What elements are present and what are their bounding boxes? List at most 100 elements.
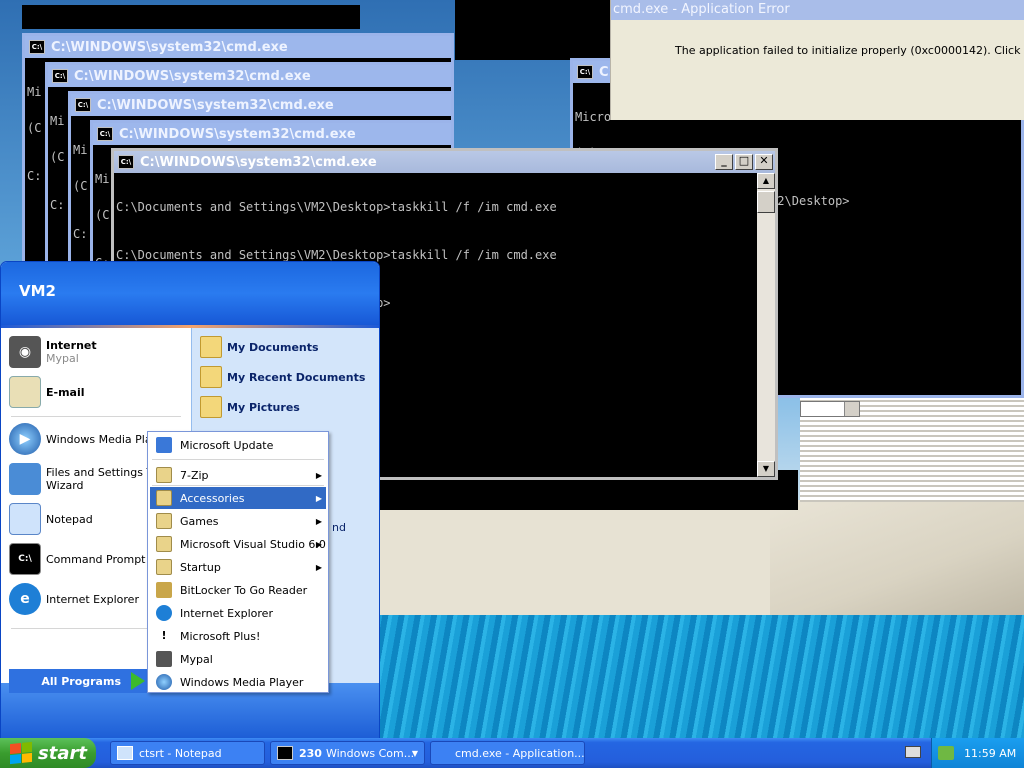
all-programs-label: All Programs [41, 674, 121, 688]
folder-icon [200, 396, 222, 418]
cmd-icon: C:\ [52, 69, 68, 83]
task-label: ctsrt - Notepad [139, 746, 222, 760]
pinned-sublabel: Mypal [46, 352, 79, 365]
media-player-icon [156, 674, 172, 690]
mypal-raccoon-icon: ◉ [9, 336, 41, 368]
console-line: C:\Documents and Settings\VM2\Desktop>ta… [116, 248, 557, 262]
programs-submenu[interactable]: Microsoft Update 7-Zip ▶ Accessories ▶ G… [147, 431, 329, 693]
program-group-icon [156, 467, 172, 483]
recent-command-prompt[interactable]: C:\ Command Prompt [9, 543, 146, 575]
task-label: cmd.exe - Application... [455, 746, 585, 760]
clock[interactable]: 11:59 AM [964, 747, 1016, 760]
task-notepad[interactable]: ctsrt - Notepad [110, 741, 265, 765]
pinned-internet[interactable]: ◉ Internet Mypal [9, 336, 97, 368]
mypal-raccoon-icon [156, 651, 172, 667]
menu-item-label: Microsoft Plus! [180, 629, 261, 643]
menu-item-label: Microsoft Update [180, 438, 274, 452]
menu-item-label: Mypal [180, 652, 213, 666]
pinned-email[interactable]: E-mail [9, 376, 85, 408]
windows-logo-icon [10, 741, 32, 765]
command-prompt-icon: C:\ [9, 543, 41, 575]
transfer-wizard-icon [9, 463, 41, 495]
bitlocker-icon [156, 582, 172, 598]
email-icon [9, 376, 41, 408]
menu-item-visual-studio[interactable]: Microsoft Visual Studio 6.0 ▶ [150, 533, 326, 555]
network-icon[interactable] [938, 746, 954, 760]
recent-media-player[interactable]: ▶ Windows Media Player [9, 423, 169, 455]
chevron-right-icon: ▶ [315, 516, 322, 526]
menu-item-games[interactable]: Games ▶ [150, 510, 326, 532]
start-menu-user: VM2 [1, 262, 379, 325]
minimize-button[interactable]: _ [715, 154, 733, 170]
scroll-thumb[interactable] [757, 191, 775, 213]
chevron-down-icon: ▼ [411, 748, 418, 758]
remnant-dropdown [800, 401, 860, 417]
task-label: Windows Com... [325, 746, 415, 760]
all-programs-button[interactable]: All Programs [9, 669, 149, 693]
right-item-label: My Recent Documents [227, 370, 366, 384]
chevron-right-icon: ▶ [315, 493, 322, 503]
menu-item-label: Accessories [180, 491, 245, 505]
separator [11, 416, 181, 417]
right-item-label: My Pictures [227, 400, 300, 414]
recent-label: Files and Settings Tra [46, 466, 163, 479]
wallpaper-sand [360, 505, 780, 615]
start-label: start [38, 742, 87, 764]
cmd-window-title: C:\WINDOWS\system32\cmd.exe [140, 154, 377, 170]
pinned-label: Internet [46, 339, 97, 352]
task-command-group[interactable]: 230 Windows Com... ▼ [270, 741, 425, 765]
task-application-error[interactable]: cmd.exe - Application... [430, 741, 585, 765]
program-group-icon [156, 513, 172, 529]
my-pictures[interactable]: My Pictures [200, 396, 300, 418]
windows-update-icon [156, 437, 172, 453]
recent-transfer-wizard[interactable]: Files and Settings Tra Wizard [9, 463, 163, 495]
vertical-scrollbar[interactable]: ▲ ▼ [757, 173, 775, 477]
my-recent-documents[interactable]: My Recent Documents ▶ [200, 366, 379, 388]
menu-item-microsoft-plus[interactable]: ! Microsoft Plus! [150, 625, 326, 647]
recent-sublabel: Wizard [46, 479, 84, 492]
cmd-window-titlebar[interactable]: C:\ C:\WINDOWS\system32\cmd.exe _ □ ✕ [114, 151, 775, 173]
close-button[interactable]: ✕ [755, 154, 773, 170]
application-error-dialog[interactable]: cmd.exe - Application Error The applicat… [610, 0, 1024, 120]
menu-item-media-player[interactable]: Windows Media Player [150, 671, 326, 693]
menu-item-startup[interactable]: Startup ▶ [150, 556, 326, 578]
chevron-right-icon: ▶ [315, 539, 322, 549]
keyboard-icon[interactable] [905, 746, 921, 758]
program-group-icon [156, 490, 172, 506]
start-button[interactable]: start [0, 738, 96, 768]
menu-item-label: Startup [180, 560, 221, 574]
internet-explorer-icon: e [9, 583, 41, 615]
command-prompt-icon [277, 746, 293, 760]
menu-item-label: BitLocker To Go Reader [180, 583, 308, 597]
program-group-icon [156, 559, 172, 575]
menu-item-mypal[interactable]: Mypal [150, 648, 326, 670]
right-item-label: My Documents [227, 340, 319, 354]
menu-item-label: Games [180, 514, 219, 528]
wallpaper-sea [360, 615, 1024, 738]
wallpaper-cliff [770, 500, 1024, 615]
right-item-partial: nd [332, 521, 346, 534]
cmd-window-title: C:\WINDOWS\system32\cmd.exe [74, 68, 311, 84]
recent-internet-explorer[interactable]: e Internet Explorer [9, 583, 139, 615]
scroll-down-button[interactable]: ▼ [757, 461, 775, 477]
program-group-icon [156, 536, 172, 552]
menu-item-accessories[interactable]: Accessories ▶ [150, 487, 326, 509]
notepad-icon [117, 746, 133, 760]
cmd-window-titlebar[interactable]: C:\ C:\WINDOWS\system32\cmd.exe [48, 65, 451, 87]
folder-icon [200, 336, 222, 358]
scroll-up-button[interactable]: ▲ [757, 173, 775, 189]
cmd-window-titlebar[interactable]: C:\ C:\WINDOWS\system32\cmd.exe [93, 123, 451, 145]
cmd-window-titlebar[interactable]: C:\ C:\WINDOWS\system32\cmd.exe [71, 94, 451, 116]
menu-item-label: Internet Explorer [180, 606, 273, 620]
system-tray: 11:59 AM [931, 738, 1024, 768]
menu-item-bitlocker[interactable]: BitLocker To Go Reader [150, 579, 326, 601]
my-documents[interactable]: My Documents [200, 336, 319, 358]
separator [152, 485, 324, 486]
chevron-right-icon: ▶ [315, 470, 322, 480]
maximize-button[interactable]: □ [735, 154, 753, 170]
menu-item-7zip[interactable]: 7-Zip ▶ [150, 464, 326, 486]
cmd-window-titlebar[interactable]: C:\ C:\WINDOWS\system32\cmd.exe [25, 36, 451, 58]
menu-item-microsoft-update[interactable]: Microsoft Update [150, 434, 326, 456]
recent-notepad[interactable]: Notepad [9, 503, 93, 535]
menu-item-internet-explorer[interactable]: Internet Explorer [150, 602, 326, 624]
